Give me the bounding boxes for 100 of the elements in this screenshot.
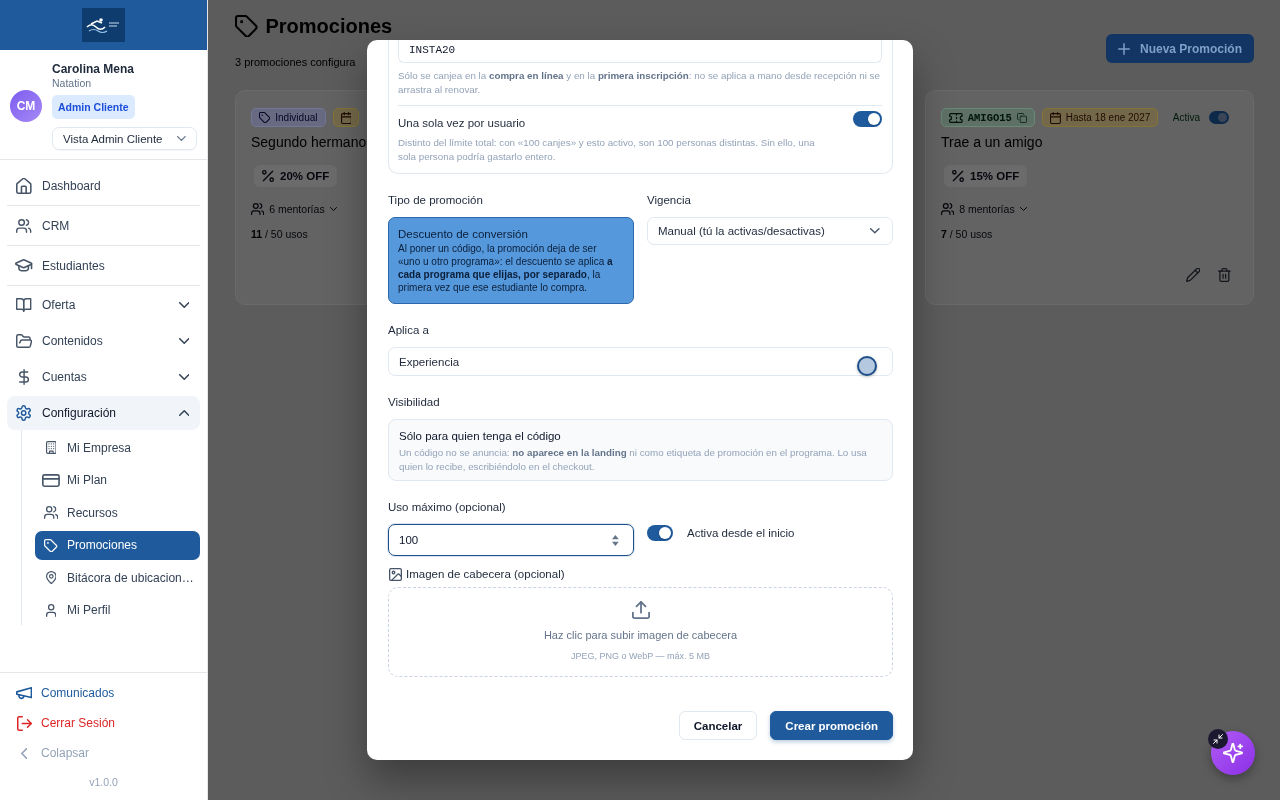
version-label: v1.0.0 xyxy=(88,775,119,789)
page-subtitle: 3 promociones configura xyxy=(235,55,357,69)
nav-item[interactable]: Oferta xyxy=(7,288,200,322)
new-promotion-button[interactable]: Nueva Promoción xyxy=(1105,34,1254,63)
hint-text: Sólo se canjea en la compra en línea y en la primera inscripción: no se aplica a mano desde recepción ni se arrastra al renovar. xyxy=(398,69,881,96)
chevron-down-icon xyxy=(1019,207,1027,211)
field-label: Visibilidad xyxy=(388,395,441,410)
tag-icon xyxy=(44,538,58,552)
hint-text: Distinto del límite total: con «100 canjes» y esto activo, son 100 personas distintas. Sin ello, una sola persona podría gastarlo entero. xyxy=(398,136,816,163)
image-icon xyxy=(389,567,402,581)
avatar: CM xyxy=(10,90,42,122)
file-format-hint: JPEG, PNG o WebP — máx. 5 MB xyxy=(570,650,711,662)
discount-label: 15% OFF xyxy=(970,170,1020,182)
sparkles-icon xyxy=(1223,743,1243,763)
plus-icon xyxy=(1117,42,1130,55)
field-label: Vigencia xyxy=(647,193,692,208)
map-pin-icon xyxy=(45,571,57,584)
usage-text: 11 / 50 usos xyxy=(251,227,308,241)
toggle-switch[interactable] xyxy=(1209,111,1229,124)
panel-title: Sólo para quien tenga el código xyxy=(399,429,562,444)
chevron-down-icon xyxy=(178,302,189,308)
chevron-down-icon xyxy=(178,374,189,380)
calendar-icon xyxy=(1049,111,1061,124)
sidebar-link[interactable]: Cerrar Sesión xyxy=(0,713,116,733)
select-field[interactable]: Experiencia xyxy=(388,347,893,376)
chevron-down-icon xyxy=(870,228,880,234)
status-label: Activa xyxy=(1172,112,1200,123)
pencil-icon[interactable] xyxy=(1186,268,1201,282)
cancel-button[interactable]: Cancelar xyxy=(678,711,758,740)
users-icon xyxy=(43,506,59,519)
users-icon xyxy=(941,203,955,215)
tag-icon xyxy=(259,112,271,123)
users-icon xyxy=(16,218,32,233)
upload-dropzone[interactable]: Haz clic para subir imagen de cabecera JPEG, PNG o WebP — máx. 5 MB xyxy=(388,587,893,677)
card-title: Trae a un amigo xyxy=(941,133,1043,151)
usage-text: 7 / 50 usos xyxy=(941,227,993,241)
sub-nav-item[interactable]: Promociones xyxy=(35,530,200,560)
circle-knob-icon xyxy=(857,356,877,376)
sub-nav-item[interactable]: Mi Plan xyxy=(35,465,200,495)
validity-select[interactable]: Manual (tú la activas/desactivas) xyxy=(647,217,893,245)
settings-icon xyxy=(16,405,32,421)
nav-item[interactable]: Cuentas xyxy=(7,360,200,394)
shrink-icon xyxy=(1213,734,1223,744)
sub-nav-item[interactable]: Mi Perfil xyxy=(35,595,200,625)
chevron-left-icon xyxy=(20,747,28,759)
sidebar-link[interactable]: Comunicados xyxy=(0,683,115,703)
option-card[interactable]: Descuento de conversión Al poner un código, la promoción deja de ser «uno u otro programa»: el descuento se aplica a cada programa que elijas, por separado, la primera vez que ese estudiante lo compra. xyxy=(388,217,634,304)
setting-label: Una sola vez por usuario xyxy=(398,116,527,131)
field-label: Uso máximo (opcional) xyxy=(388,500,507,515)
discount-label: 20% OFF xyxy=(280,170,330,182)
wave-logo xyxy=(82,8,125,42)
building-icon xyxy=(45,441,57,454)
nav-item[interactable]: Configuración xyxy=(7,396,200,430)
toggle-label: Activa desde el inicio xyxy=(687,527,795,539)
create-button[interactable]: Crear promoción xyxy=(770,711,893,740)
panel-description: Un código no se anuncia: no aparece en la landing ni como etiqueta de promoción en el programa. Lo usa quien lo recibe, escribiéndolo en el checkout. xyxy=(399,446,868,473)
chevron-down-icon xyxy=(177,136,186,141)
user-icon xyxy=(45,603,57,617)
organization-name: Natation xyxy=(52,77,92,90)
field-label: Aplica a xyxy=(388,323,430,338)
home-icon xyxy=(16,177,32,194)
chevron-down-icon xyxy=(329,207,337,211)
upload-icon xyxy=(631,601,650,619)
spinner-icon xyxy=(612,534,619,546)
badge-text: Hasta 18 ene 2027 xyxy=(1065,112,1151,123)
page-title: Promociones xyxy=(265,14,393,39)
percent-icon xyxy=(952,170,964,182)
tag-icon xyxy=(235,15,258,37)
code-input[interactable]: INSTA20 xyxy=(398,40,882,63)
graduation-cap-icon xyxy=(15,259,33,272)
upload-instruction: Haz clic para subir imagen de cabecera xyxy=(543,628,738,642)
card-title: Segundo hermano xyxy=(251,133,367,151)
dollar-icon xyxy=(19,369,29,385)
nav-item[interactable]: Contenidos xyxy=(7,324,200,358)
calendar-icon xyxy=(340,111,352,124)
copy-icon[interactable] xyxy=(1016,112,1027,123)
role-badge: Admin Cliente xyxy=(52,95,135,119)
toggle-switch[interactable] xyxy=(853,111,882,127)
nav-item[interactable]: Dashboard xyxy=(7,166,200,206)
nav-item[interactable]: CRM xyxy=(7,206,200,246)
nav-item[interactable]: Estudiantes xyxy=(7,246,200,286)
number-input[interactable]: 100 xyxy=(388,524,634,556)
ticket-icon xyxy=(949,112,963,123)
badge-text: AMIGO15 xyxy=(967,111,1012,124)
user-name: Carolina Mena xyxy=(52,62,135,77)
sub-nav-item[interactable]: Mi Empresa xyxy=(35,433,200,462)
badge-text: Individual xyxy=(275,112,318,123)
credit-card-icon xyxy=(42,473,60,487)
trash-icon[interactable] xyxy=(1218,268,1231,282)
sub-nav-item[interactable]: Recursos xyxy=(35,498,200,527)
logout-icon xyxy=(16,715,32,731)
field-label: Imagen de cabecera (opcional) xyxy=(406,567,565,582)
view-select[interactable]: Vista Admin Cliente xyxy=(52,127,197,150)
field-label: Tipo de promoción xyxy=(388,193,484,208)
chevron-up-icon xyxy=(178,410,189,416)
chevron-down-icon xyxy=(178,338,189,344)
megaphone-icon xyxy=(15,686,33,700)
sub-nav-item[interactable]: Bitácora de ubicacion… xyxy=(35,563,200,592)
toggle-switch[interactable] xyxy=(647,525,673,541)
folder-icon xyxy=(15,334,33,348)
